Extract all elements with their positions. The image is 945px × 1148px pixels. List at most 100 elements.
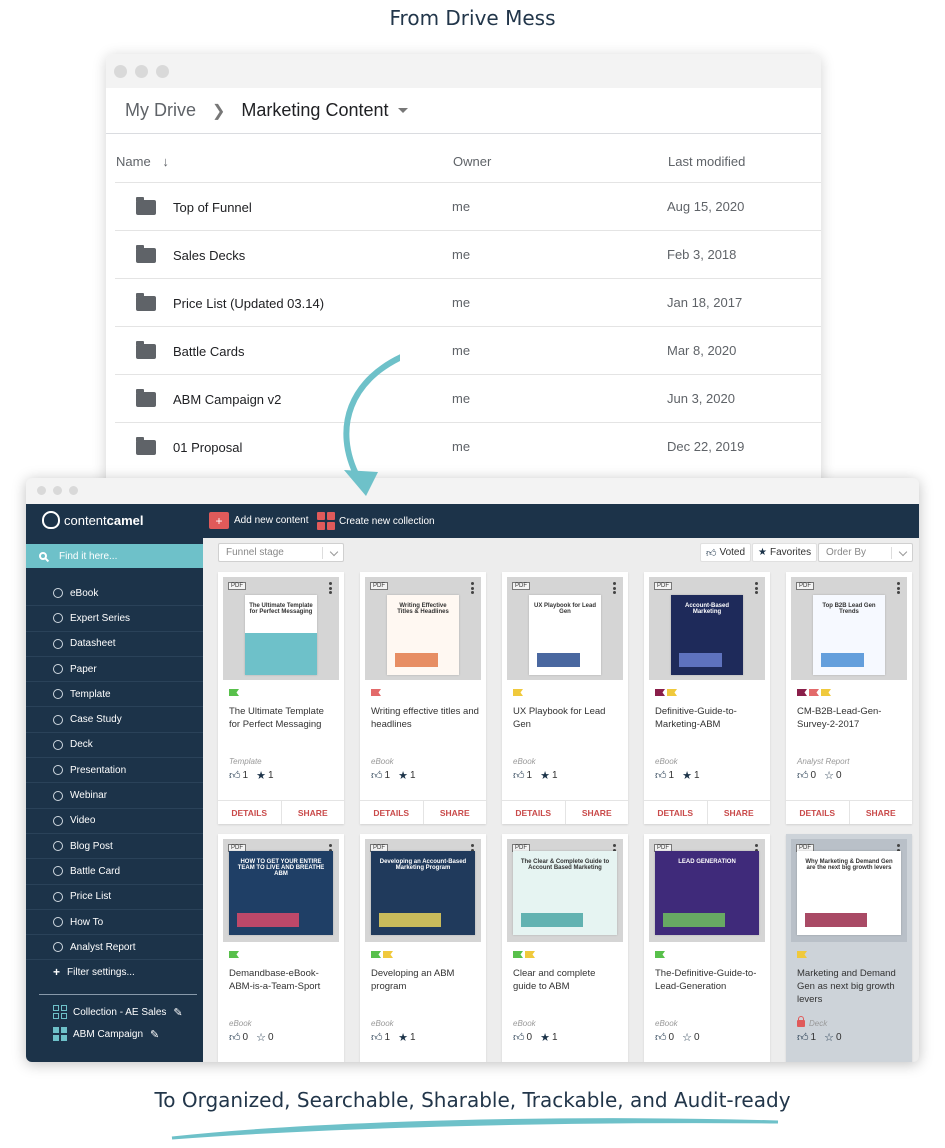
sidebar-item-paper[interactable]: Paper xyxy=(26,657,203,683)
file-row[interactable]: Battle Cards me Mar 8, 2020 xyxy=(115,326,821,374)
content-title[interactable]: Definitive-Guide-to-Marketing-ABM xyxy=(655,705,763,731)
content-thumbnail[interactable]: PDF The Ultimate Template for Perfect Me… xyxy=(223,577,339,680)
star-icon[interactable]: ★ xyxy=(682,769,692,782)
file-row[interactable]: 01 Proposal me Dec 22, 2019 xyxy=(115,422,821,470)
share-button[interactable]: SHARE xyxy=(850,801,913,824)
order-by-select[interactable]: Order By xyxy=(818,543,913,562)
sidebar-item-template[interactable]: Template xyxy=(26,682,203,708)
sidebar-item-datasheet[interactable]: Datasheet xyxy=(26,632,203,657)
thumbs-up-icon[interactable]: 👍︎ xyxy=(371,769,383,782)
column-last-modified[interactable]: Last modified xyxy=(668,154,745,169)
collection-abm-campaign[interactable]: ABM Campaign ✎ xyxy=(53,1027,159,1041)
sidebar-item-case-study[interactable]: Case Study xyxy=(26,707,203,733)
file-row[interactable]: ABM Campaign v2 me Jun 3, 2020 xyxy=(115,374,821,422)
content-title[interactable]: Marketing and Demand Gen as next big gro… xyxy=(797,967,905,1006)
details-button[interactable]: DETAILS xyxy=(218,801,282,824)
funnel-stage-select[interactable]: Funnel stage xyxy=(218,543,344,562)
sidebar-item-battle-card[interactable]: Battle Card xyxy=(26,859,203,885)
sidebar-item-ebook[interactable]: eBook xyxy=(26,581,203,607)
content-thumbnail[interactable]: PDF Developing an Account-Based Marketin… xyxy=(365,839,481,942)
star-icon[interactable]: ☆ xyxy=(824,1031,834,1044)
star-icon[interactable]: ★ xyxy=(398,769,408,782)
thumbs-up-icon[interactable]: 👍︎ xyxy=(513,1031,525,1044)
thumbs-up-icon[interactable]: 👍︎ xyxy=(655,1031,667,1044)
file-row[interactable]: Price List (Updated 03.14) me Jan 18, 20… xyxy=(115,278,821,326)
more-options-icon[interactable] xyxy=(329,582,332,594)
content-thumbnail[interactable]: PDF The Clear & Complete Guide to Accoun… xyxy=(507,839,623,942)
sidebar-item-deck[interactable]: Deck xyxy=(26,733,203,759)
thumbs-up-icon[interactable]: 👍︎ xyxy=(513,769,525,782)
thumbs-up-icon[interactable]: 👍︎ xyxy=(797,1031,809,1044)
content-thumbnail[interactable]: PDF Writing Effective Titles & Headlines xyxy=(365,577,481,680)
file-row[interactable]: Top of Funnel me Aug 15, 2020 xyxy=(115,182,821,230)
details-button[interactable]: DETAILS xyxy=(644,801,708,824)
content-title[interactable]: CM-B2B-Lead-Gen-Survey-2-2017 xyxy=(797,705,905,731)
star-icon[interactable]: ★ xyxy=(540,769,550,782)
star-icon[interactable]: ☆ xyxy=(682,1031,692,1044)
content-card[interactable]: PDF Why Marketing & Demand Gen are the n… xyxy=(786,834,912,1062)
column-owner[interactable]: Owner xyxy=(453,154,491,169)
share-button[interactable]: SHARE xyxy=(708,801,771,824)
content-title[interactable]: UX Playbook for Lead Gen xyxy=(513,705,621,731)
search-input[interactable]: Find it here... xyxy=(26,544,203,568)
thumbs-up-icon[interactable]: 👍︎ xyxy=(229,1031,241,1044)
content-card[interactable]: PDF Writing Effective Titles & Headlines… xyxy=(360,572,486,824)
pencil-icon[interactable]: ✎ xyxy=(173,1006,182,1019)
column-name[interactable]: Name ↓ xyxy=(116,154,169,169)
star-icon[interactable]: ☆ xyxy=(824,769,834,782)
sidebar-item-webinar[interactable]: Webinar xyxy=(26,783,203,809)
thumbs-up-icon[interactable]: 👍︎ xyxy=(371,1031,383,1044)
thumbs-up-icon[interactable]: 👍︎ xyxy=(655,769,667,782)
star-icon[interactable]: ★ xyxy=(256,769,266,782)
content-title[interactable]: Clear and complete guide to ABM xyxy=(513,967,621,993)
content-card[interactable]: PDF Account-Based Marketing Definitive-G… xyxy=(644,572,770,824)
more-options-icon[interactable] xyxy=(755,582,758,594)
sidebar-item-blog-post[interactable]: Blog Post xyxy=(26,834,203,860)
favorites-button[interactable]: ★ Favorites xyxy=(752,543,818,562)
more-options-icon[interactable] xyxy=(471,582,474,594)
sidebar-item-price-list[interactable]: Price List xyxy=(26,885,203,910)
file-row[interactable]: Sales Decks me Feb 3, 2018 xyxy=(115,230,821,278)
share-button[interactable]: SHARE xyxy=(282,801,345,824)
add-content-button[interactable]: + Add new content xyxy=(209,512,309,529)
thumbs-up-icon[interactable]: 👍︎ xyxy=(229,769,241,782)
content-thumbnail[interactable]: PDF Account-Based Marketing xyxy=(649,577,765,680)
content-card[interactable]: PDF The Clear & Complete Guide to Accoun… xyxy=(502,834,628,1062)
logo[interactable]: content camel xyxy=(42,511,144,529)
content-title[interactable]: The-Definitive-Guide-to-Lead-Generation xyxy=(655,967,763,993)
voted-button[interactable]: 👍︎ Voted xyxy=(700,543,752,562)
content-thumbnail[interactable]: PDF Top B2B Lead Gen Trends xyxy=(791,577,907,680)
content-title[interactable]: Demandbase-eBook-ABM-is-a-Team-Sport xyxy=(229,967,337,993)
content-card[interactable]: PDF LEAD GENERATION The-Definitive-Guide… xyxy=(644,834,770,1062)
sidebar-item-video[interactable]: Video xyxy=(26,809,203,834)
details-button[interactable]: DETAILS xyxy=(502,801,566,824)
star-icon[interactable]: ★ xyxy=(540,1031,550,1044)
more-options-icon[interactable] xyxy=(613,582,616,594)
more-options-icon[interactable] xyxy=(897,582,900,594)
breadcrumb-current[interactable]: Marketing Content xyxy=(241,100,388,121)
content-thumbnail[interactable]: PDF Why Marketing & Demand Gen are the n… xyxy=(791,839,907,942)
content-thumbnail[interactable]: PDF LEAD GENERATION xyxy=(649,839,765,942)
content-card[interactable]: PDF The Ultimate Template for Perfect Me… xyxy=(218,572,344,824)
filter-settings-link[interactable]: + Filter settings... xyxy=(26,960,203,984)
share-button[interactable]: SHARE xyxy=(566,801,629,824)
breadcrumb-root[interactable]: My Drive xyxy=(125,100,196,121)
collection-ae-sales[interactable]: Collection - AE Sales ✎ xyxy=(53,1005,183,1019)
details-button[interactable]: DETAILS xyxy=(360,801,424,824)
sidebar-item-analyst-report[interactable]: Analyst Report xyxy=(26,935,203,961)
sidebar-item-how-to[interactable]: How To xyxy=(26,910,203,936)
content-title[interactable]: Developing an ABM program xyxy=(371,967,479,993)
star-icon[interactable]: ☆ xyxy=(256,1031,266,1044)
content-title[interactable]: The Ultimate Template for Perfect Messag… xyxy=(229,705,337,731)
star-icon[interactable]: ★ xyxy=(398,1031,408,1044)
thumbs-up-icon[interactable]: 👍︎ xyxy=(797,769,809,782)
content-card[interactable]: PDF HOW TO GET YOUR ENTIRE TEAM TO LIVE … xyxy=(218,834,344,1062)
content-card[interactable]: PDF Top B2B Lead Gen Trends CM-B2B-Lead-… xyxy=(786,572,912,824)
content-title[interactable]: Writing effective titles and headlines xyxy=(371,705,479,731)
pencil-icon[interactable]: ✎ xyxy=(150,1028,159,1041)
create-collection-button[interactable]: Create new collection xyxy=(317,512,435,530)
sidebar-item-expert-series[interactable]: Expert Series xyxy=(26,606,203,632)
caret-down-icon[interactable] xyxy=(398,108,409,113)
content-card[interactable]: PDF Developing an Account-Based Marketin… xyxy=(360,834,486,1062)
content-thumbnail[interactable]: PDF HOW TO GET YOUR ENTIRE TEAM TO LIVE … xyxy=(223,839,339,942)
